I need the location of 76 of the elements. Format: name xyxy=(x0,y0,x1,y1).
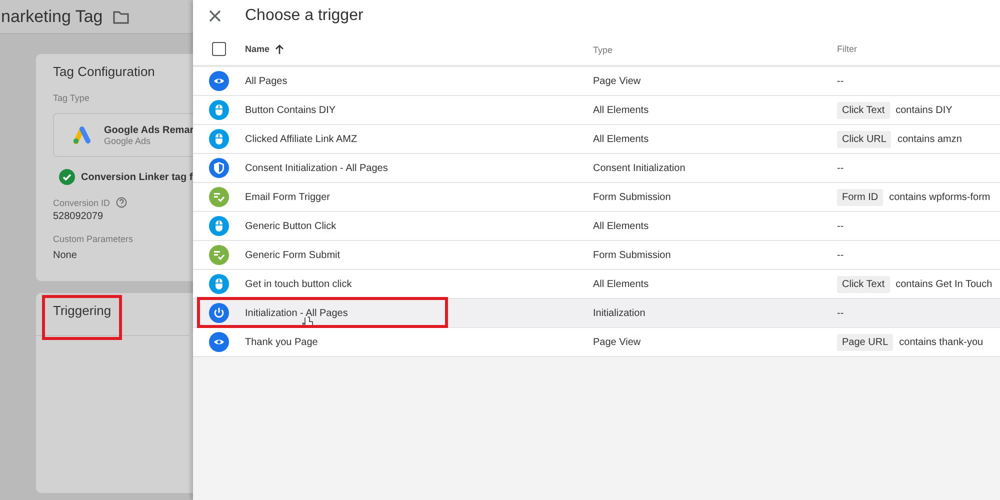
trigger-type: All Elements xyxy=(593,220,650,232)
trigger-type: All Elements xyxy=(593,134,650,144)
eye-icon xyxy=(209,71,229,91)
trigger-type: Form Submission xyxy=(593,250,672,260)
card-heading: Tag Configuration xyxy=(53,64,156,79)
trigger-type: Form Submission xyxy=(593,192,672,202)
trigger-type: Consent Initialization xyxy=(593,162,686,174)
filter-condition: -- xyxy=(837,220,844,232)
field-label: Conversion ID xyxy=(53,198,110,208)
filter-variable-chip: Form ID xyxy=(837,188,884,206)
trigger-type: All Elements xyxy=(593,104,650,116)
trigger-name: Consent Initialization - All Pages xyxy=(245,162,388,174)
trigger-type: All Elements xyxy=(593,278,650,290)
table-row[interactable]: Button Contains DIY All Elements Click Text contains DIY xyxy=(193,96,1000,125)
select-all-checkbox[interactable] xyxy=(212,42,226,56)
folder-icon xyxy=(112,10,129,24)
filter-variable-chip: Click Text xyxy=(837,276,890,292)
filter-condition: contains thank-you xyxy=(899,336,984,348)
dialog-title: Choose a trigger xyxy=(245,7,364,25)
filter-variable-chip: Page URL xyxy=(837,334,894,350)
table-row[interactable]: Consent Initialization - All Pages Consent Initialization -- xyxy=(193,154,1000,183)
table-row[interactable]: Email Form Trigger Form Submission Form ID contains wpforms-form xyxy=(193,183,1000,212)
filter-condition: contains Get In Touch xyxy=(896,278,992,290)
table-row[interactable]: All Pages Page View -- xyxy=(193,67,1000,96)
table-row[interactable]: Get in touch button click All Elements Click Text contains Get In Touch xyxy=(193,270,1000,299)
filter-condition: -- xyxy=(837,308,844,318)
table-row[interactable]: Clicked Affiliate Link AMZ All Elements Click URL contains amzn xyxy=(193,125,1000,154)
trigger-type: Page View xyxy=(593,336,642,348)
trigger-type: Page View xyxy=(593,76,642,86)
trigger-type: Initialization xyxy=(593,308,646,318)
filter-variable-chip: Click URL xyxy=(837,130,892,148)
filter-condition: -- xyxy=(837,76,844,86)
mouse-icon xyxy=(209,129,229,149)
trigger-name: Get in touch button click xyxy=(245,278,352,290)
table-row[interactable]: Thank you Page Page View Page URL contains thank-you xyxy=(193,328,1000,357)
help-icon xyxy=(116,197,128,208)
form-check-icon xyxy=(209,187,229,207)
field-label: Custom Parameters xyxy=(53,234,134,244)
shield-icon xyxy=(209,158,229,178)
trigger-name: Email Form Trigger xyxy=(245,192,330,202)
page-title: narketing Tag xyxy=(1,6,103,26)
column-header[interactable]: Name xyxy=(245,44,270,54)
ads-logo-icon xyxy=(72,126,92,144)
table-row[interactable]: Initialization - All Pages Initialization -- xyxy=(193,299,1000,328)
filter-variable-chip: Click Text xyxy=(837,102,890,118)
close-icon xyxy=(209,10,221,22)
trigger-name: Generic Button Click xyxy=(245,220,336,232)
field-value: None xyxy=(53,250,78,261)
trigger-name: All Pages xyxy=(245,76,288,86)
column-header[interactable]: Filter xyxy=(837,44,857,54)
sort-arrow-icon xyxy=(274,44,284,54)
table-row[interactable]: Generic Button Click All Elements -- xyxy=(193,212,1000,241)
filter-condition: contains DIY xyxy=(896,104,952,116)
filter-condition: -- xyxy=(837,250,844,260)
trigger-name: Thank you Page xyxy=(245,336,318,348)
mouse-icon xyxy=(209,274,229,294)
filter-condition: contains wpforms-form xyxy=(889,192,990,202)
mouse-icon xyxy=(209,100,229,120)
column-header[interactable]: Type xyxy=(593,44,613,54)
trigger-name: Generic Form Submit xyxy=(245,250,340,260)
filter-condition: contains amzn xyxy=(897,134,962,144)
filter-condition: -- xyxy=(837,162,844,174)
field-value: 528092079 xyxy=(53,211,104,222)
field-label: Tag Type xyxy=(53,93,90,103)
power-icon xyxy=(209,303,229,323)
table-row[interactable]: Generic Form Submit Form Submission -- xyxy=(193,241,1000,270)
trigger-name: Initialization - All Pages xyxy=(245,308,348,318)
eye-icon xyxy=(209,332,229,352)
mouse-icon xyxy=(209,216,229,236)
trigger-name: Button Contains DIY xyxy=(245,104,336,116)
tag-type-vendor: Google Ads xyxy=(104,136,152,146)
form-check-icon xyxy=(209,245,229,265)
linker-note: Conversion Linker tag f xyxy=(81,172,193,182)
check-circle-icon xyxy=(59,169,75,185)
card-heading: Triggering xyxy=(53,303,112,318)
trigger-name: Clicked Affiliate Link AMZ xyxy=(245,134,358,144)
